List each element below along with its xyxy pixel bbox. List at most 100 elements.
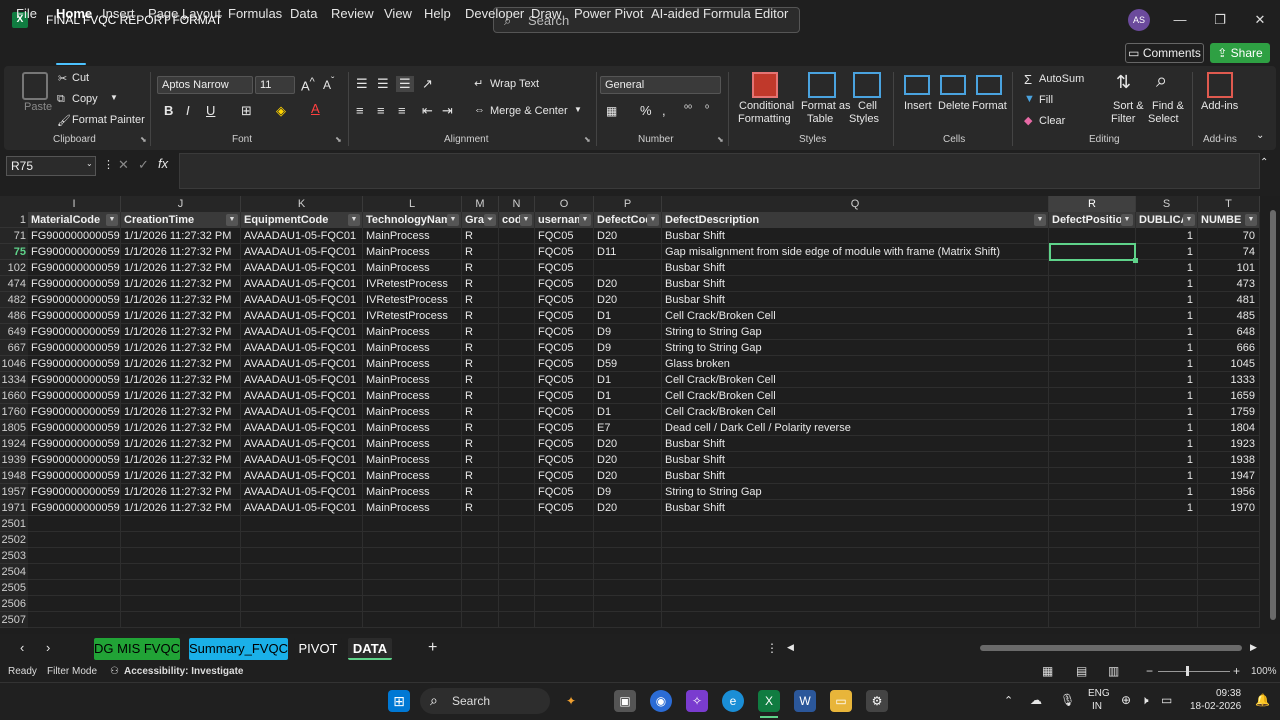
empty-cell[interactable] <box>241 564 363 580</box>
empty-cell[interactable] <box>1136 516 1198 532</box>
cell-defect-position[interactable] <box>1049 292 1136 308</box>
page-layout-view-icon[interactable]: ▤ <box>1076 664 1087 678</box>
row-header[interactable]: 71 <box>0 228 28 244</box>
cell-equipment-code[interactable]: AVAADAU1-05-FQC01 <box>241 452 363 468</box>
cell-defect-code[interactable]: D9 <box>594 484 662 500</box>
empty-cell[interactable] <box>1136 564 1198 580</box>
empty-cell[interactable] <box>1198 564 1260 580</box>
cell-username[interactable]: FQC05 <box>535 356 594 372</box>
cell-defect-code[interactable]: D9 <box>594 340 662 356</box>
cell-material-code[interactable]: FG900000000059 <box>28 436 121 452</box>
empty-cell[interactable] <box>662 548 1049 564</box>
row-header[interactable]: 1046 <box>0 356 28 372</box>
empty-cell[interactable] <box>594 596 662 612</box>
cell-material-code[interactable]: FG900000000059 <box>28 372 121 388</box>
cell-grade[interactable]: R <box>462 276 499 292</box>
cell-grade[interactable]: R <box>462 324 499 340</box>
cell-defect-description[interactable]: Cell Crack/Broken Cell <box>662 388 1049 404</box>
formula-input[interactable] <box>179 153 1260 189</box>
number-format-select[interactable]: General <box>600 76 721 94</box>
empty-cell[interactable] <box>535 612 594 628</box>
tab-review[interactable]: Review <box>331 6 374 21</box>
paste-button[interactable]: Paste <box>24 101 52 113</box>
tab-home[interactable]: Home <box>56 6 92 21</box>
horizontal-scroll-thumb[interactable] <box>980 645 1242 651</box>
empty-cell[interactable] <box>462 596 499 612</box>
font-name-select[interactable]: Aptos Narrow <box>157 76 253 94</box>
cell-grade[interactable]: R <box>462 468 499 484</box>
row-header[interactable]: 2504 <box>0 564 28 580</box>
select-all-corner[interactable] <box>0 196 28 212</box>
cell-username[interactable]: FQC05 <box>535 324 594 340</box>
empty-cell[interactable] <box>662 564 1049 580</box>
empty-cell[interactable] <box>241 548 363 564</box>
tab-ai-formula-editor[interactable]: AI-aided Formula Editor <box>651 6 788 21</box>
cell-number[interactable]: 1970 <box>1198 500 1260 516</box>
cell-technology-name[interactable]: MainProcess <box>363 228 462 244</box>
sort-filter-line1[interactable]: Sort & <box>1113 100 1144 112</box>
cell-grade[interactable]: R <box>462 244 499 260</box>
row-header[interactable]: 2506 <box>0 596 28 612</box>
cell-duplicate[interactable]: 1 <box>1136 324 1198 340</box>
scroll-left-icon[interactable]: ◀ <box>787 642 794 653</box>
row-header[interactable]: 1971 <box>0 500 28 516</box>
cell-defect-description[interactable]: Dead cell / Dark Cell / Polarity reverse <box>662 420 1049 436</box>
cell-number[interactable]: 1333 <box>1198 372 1260 388</box>
word-icon[interactable]: W <box>794 690 816 712</box>
percent-icon[interactable]: % <box>640 103 652 118</box>
cell-code[interactable] <box>499 292 535 308</box>
cell-defect-description[interactable]: Cell Crack/Broken Cell <box>662 404 1049 420</box>
header-cell-creation-time[interactable]: CreationTime ▼ <box>121 212 241 228</box>
cell-defect-code[interactable]: D20 <box>594 468 662 484</box>
align-middle-icon[interactable]: ☰ <box>377 76 389 92</box>
cell-duplicate[interactable]: 1 <box>1136 500 1198 516</box>
empty-cell[interactable] <box>28 548 121 564</box>
borders-icon[interactable]: ⊞ <box>241 103 252 119</box>
cell-creation-time[interactable]: 1/1/2026 11:27:32 PM <box>121 276 241 292</box>
cell-creation-time[interactable]: 1/1/2026 11:27:32 PM <box>121 308 241 324</box>
accessibility-icon[interactable]: ⚇ <box>110 666 119 677</box>
align-center-icon[interactable]: ≡ <box>377 103 385 118</box>
cloud-icon[interactable]: ☁ <box>1030 693 1042 707</box>
empty-cell[interactable] <box>28 516 121 532</box>
cell-material-code[interactable]: FG900000000059 <box>28 404 121 420</box>
cell-equipment-code[interactable]: AVAADAU1-05-FQC01 <box>241 436 363 452</box>
row-header[interactable]: 1660 <box>0 388 28 404</box>
empty-cell[interactable] <box>535 532 594 548</box>
cell-number[interactable]: 74 <box>1198 244 1260 260</box>
filter-dropdown-icon[interactable]: ▼ <box>1034 214 1046 226</box>
cell-technology-name[interactable]: MainProcess <box>363 244 462 260</box>
cell-code[interactable] <box>499 228 535 244</box>
sheet-tab-summary-fvqc[interactable]: Summary_FVQC <box>189 638 288 660</box>
tab-view[interactable]: View <box>384 6 412 21</box>
empty-cell[interactable] <box>1049 548 1136 564</box>
empty-cell[interactable] <box>28 532 121 548</box>
header-cell-defect-description[interactable]: DefectDescription ▼ <box>662 212 1049 228</box>
language-line2[interactable]: IN <box>1092 701 1102 712</box>
empty-cell[interactable] <box>363 516 462 532</box>
format-button[interactable]: Format <box>972 100 1007 112</box>
cell-defect-description[interactable]: String to String Gap <box>662 340 1049 356</box>
empty-cell[interactable] <box>363 532 462 548</box>
cell-material-code[interactable]: FG900000000059 <box>28 260 121 276</box>
tab-draw[interactable]: Draw <box>531 6 561 21</box>
cell-equipment-code[interactable]: AVAADAU1-05-FQC01 <box>241 500 363 516</box>
tab-power-pivot[interactable]: Power Pivot <box>574 6 643 21</box>
cell-styles-line1[interactable]: Cell <box>858 100 877 112</box>
add-ins-button[interactable]: Add-ins <box>1201 100 1238 112</box>
empty-cell[interactable] <box>535 564 594 580</box>
row-header[interactable]: 2501 <box>0 516 28 532</box>
cell-grade[interactable]: R <box>462 372 499 388</box>
row-header[interactable]: 1939 <box>0 452 28 468</box>
cell-code[interactable] <box>499 436 535 452</box>
cell-technology-name[interactable]: IVRetestProcess <box>363 276 462 292</box>
cell-creation-time[interactable]: 1/1/2026 11:27:32 PM <box>121 356 241 372</box>
tab-formulas[interactable]: Formulas <box>228 6 282 21</box>
empty-cell[interactable] <box>28 564 121 580</box>
conditional-formatting-line2[interactable]: Formatting <box>738 113 791 125</box>
cell-duplicate[interactable]: 1 <box>1136 292 1198 308</box>
cell-duplicate[interactable]: 1 <box>1136 228 1198 244</box>
cell-defect-position[interactable] <box>1049 388 1136 404</box>
zoom-slider[interactable] <box>1158 671 1230 672</box>
cell-equipment-code[interactable]: AVAADAU1-05-FQC01 <box>241 420 363 436</box>
